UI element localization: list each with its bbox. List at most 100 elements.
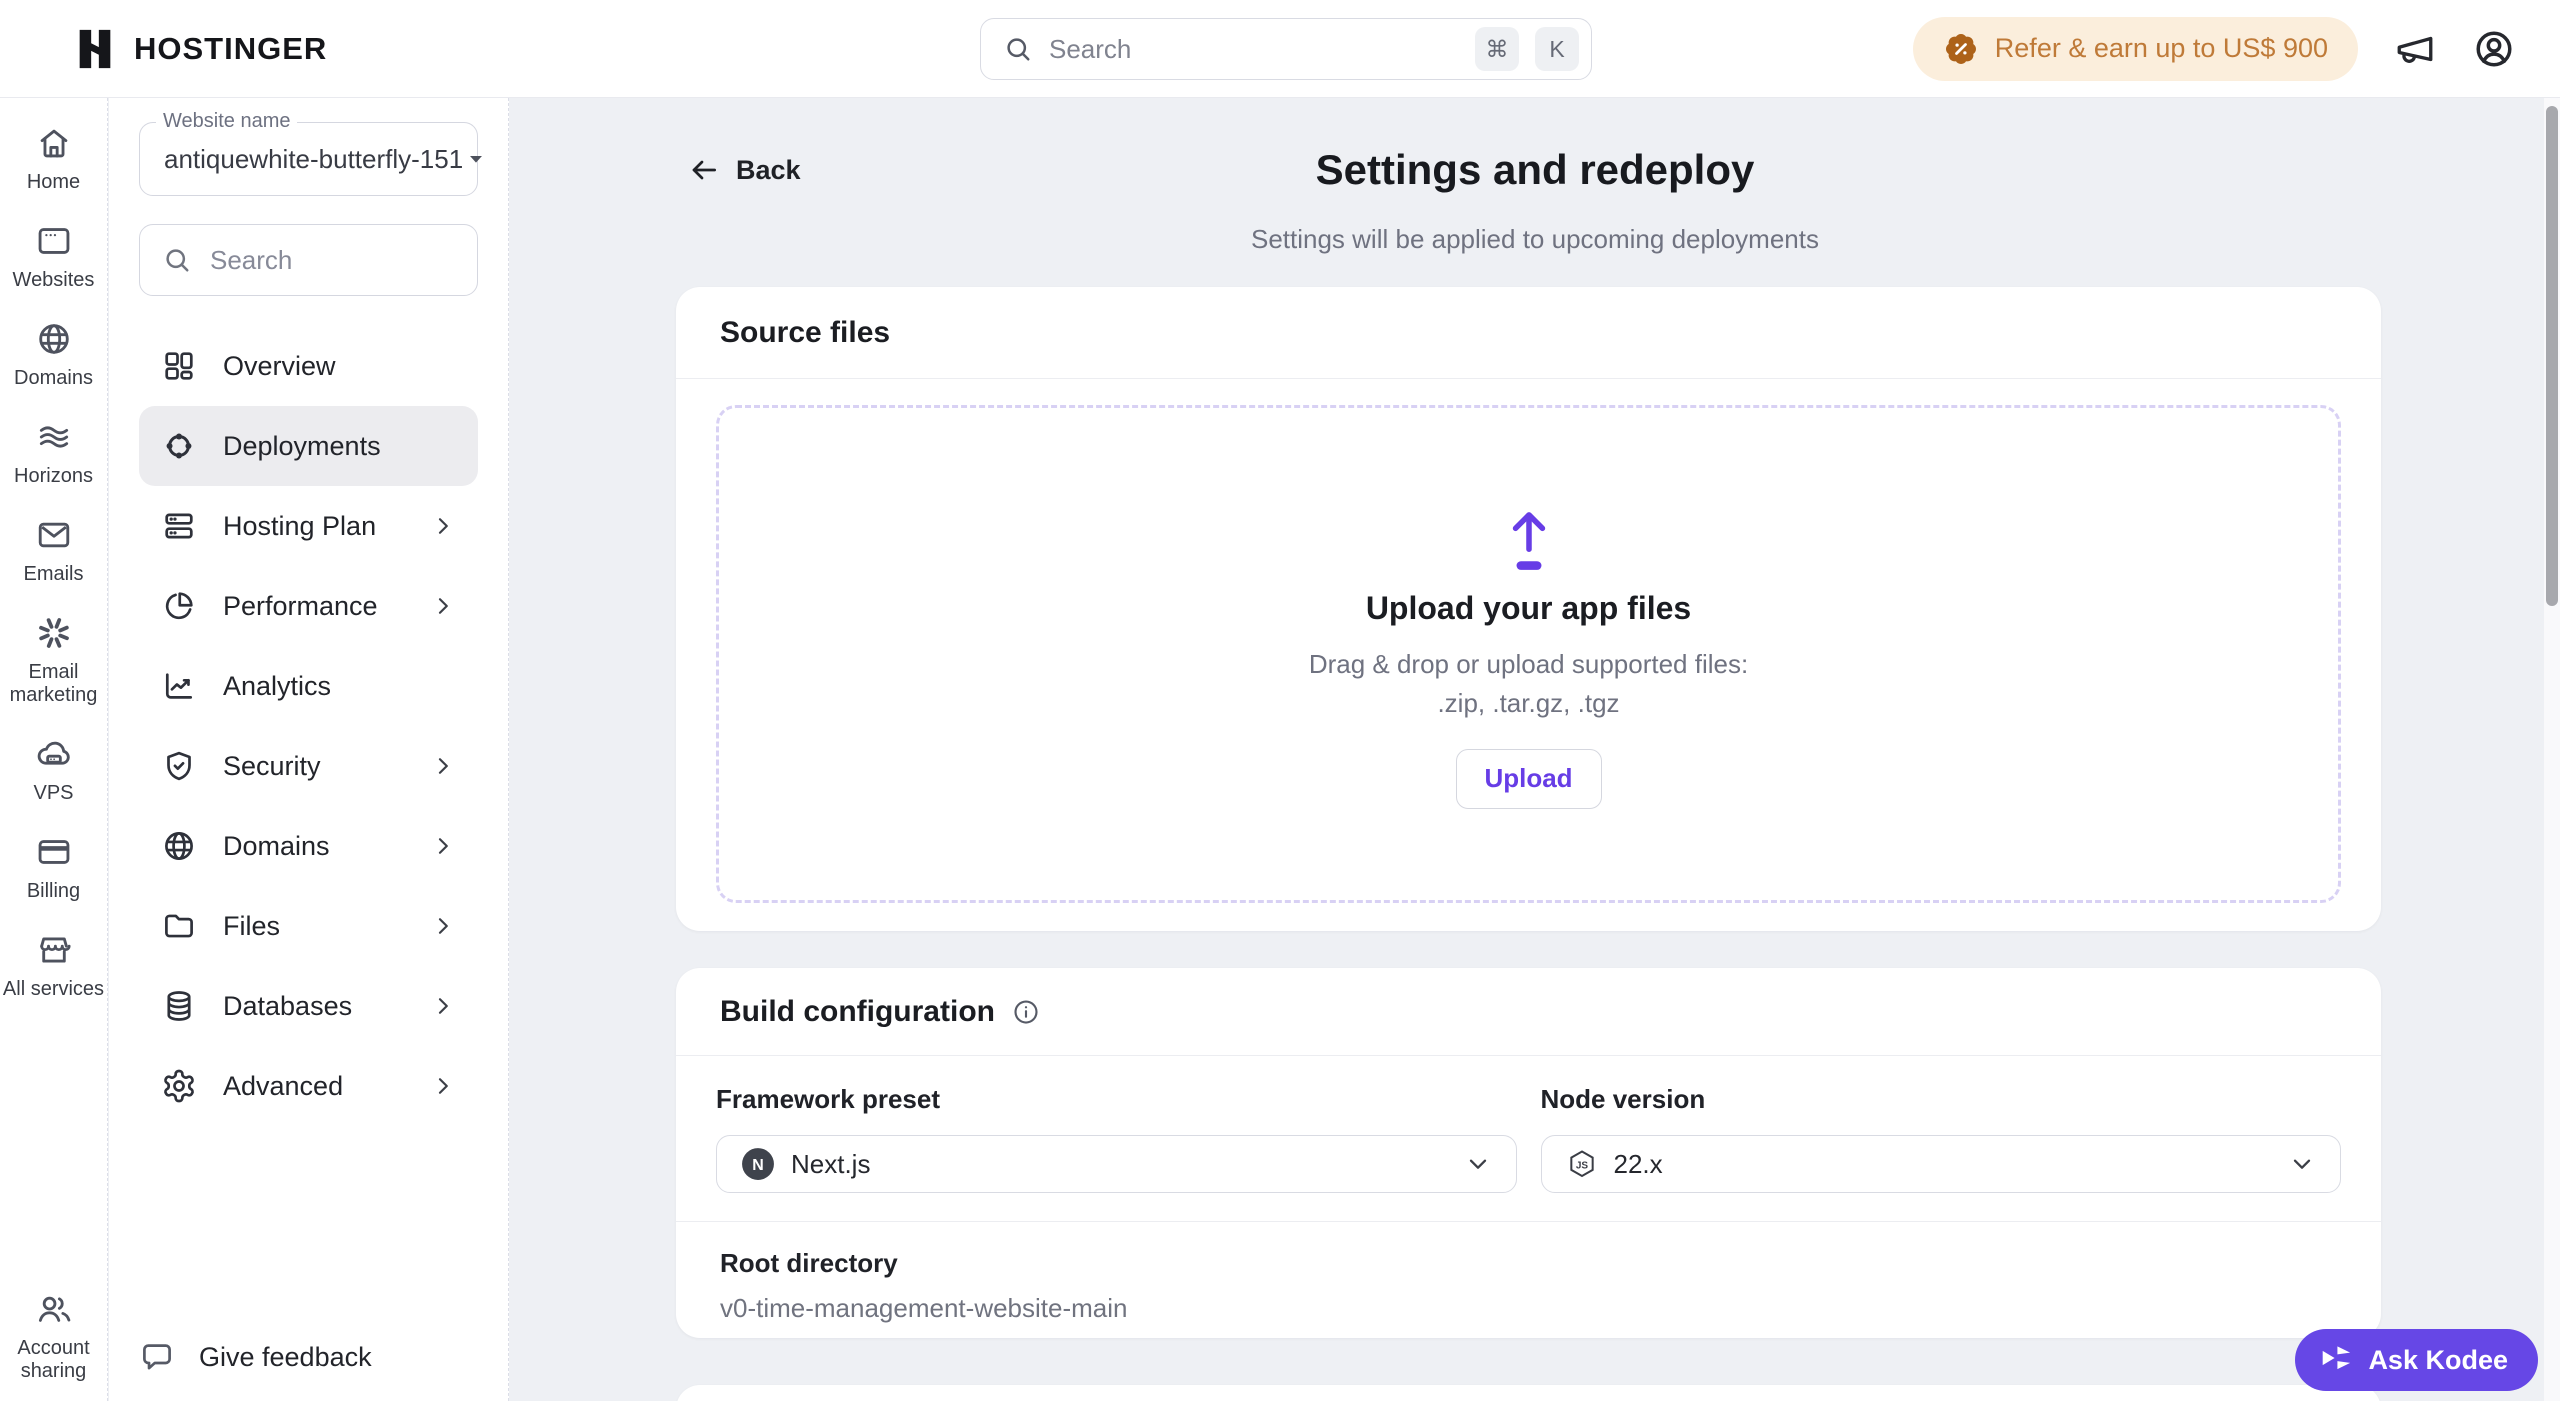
sidebar-item-domains[interactable]: Domains	[139, 806, 478, 886]
line-chart-icon	[161, 668, 197, 704]
globe-icon	[35, 320, 73, 358]
search-icon	[1003, 34, 1033, 64]
sidebar-search-input[interactable]	[210, 245, 545, 276]
rail-item-billing[interactable]: Billing	[2, 833, 106, 903]
brand-wordmark: HOSTINGER	[134, 31, 327, 67]
source-files-title: Source files	[720, 316, 890, 350]
gear-icon	[161, 1068, 197, 1104]
chevron-right-icon	[430, 1073, 456, 1099]
sidebar-item-overview[interactable]: Overview	[139, 326, 478, 406]
server-stack-icon	[161, 508, 197, 544]
refer-earn-label: Refer & earn up to US$ 900	[1995, 33, 2328, 64]
website-name-label: Website name	[156, 110, 297, 133]
chevron-right-icon	[430, 913, 456, 939]
arrow-left-icon	[688, 154, 720, 186]
chevron-right-icon	[430, 833, 456, 859]
page-title: Settings and redeploy	[510, 146, 2560, 194]
chevron-right-icon	[430, 513, 456, 539]
build-config-title: Build configuration	[720, 995, 995, 1029]
scrollbar-track[interactable]	[2544, 98, 2560, 1401]
grid-icon	[161, 348, 197, 384]
folder-icon	[161, 908, 197, 944]
ask-kodee-button[interactable]: Ask Kodee	[2295, 1329, 2538, 1391]
upload-hint: Drag & drop or upload supported files:	[1309, 649, 1748, 680]
node-version-select[interactable]: JS 22.x	[1541, 1135, 2342, 1193]
main-content: Back Settings and redeploy Settings will…	[510, 98, 2560, 1401]
rail-item-websites[interactable]: Websites	[2, 222, 106, 292]
node-version-label: Node version	[1541, 1084, 2342, 1115]
global-search[interactable]: ⌘ K	[980, 18, 1592, 80]
rail-item-home[interactable]: Home	[2, 124, 106, 194]
envelope-icon	[35, 516, 73, 554]
rail-item-account-sharing[interactable]: Account sharing	[2, 1290, 106, 1383]
sidebar-item-files[interactable]: Files	[139, 886, 478, 966]
account-menu-button[interactable]	[2472, 27, 2516, 71]
chevron-right-icon	[430, 753, 456, 779]
framework-preset-select[interactable]: N Next.js	[716, 1135, 1517, 1193]
rail-item-domains[interactable]: Domains	[2, 320, 106, 390]
hostinger-logo[interactable]: HOSTINGER	[72, 26, 327, 72]
users-icon	[35, 1290, 73, 1328]
cloud-server-icon	[35, 735, 73, 773]
user-circle-icon	[2472, 27, 2516, 71]
cmd-keycap: ⌘	[1475, 27, 1519, 71]
nodejs-icon: JS	[1566, 1148, 1598, 1180]
top-header: HOSTINGER ⌘ K Refer & earn up to US$ 900	[0, 0, 2560, 98]
upload-button[interactable]: Upload	[1456, 749, 1602, 809]
rail-item-horizons[interactable]: Horizons	[2, 418, 106, 488]
upload-arrow-icon	[1500, 500, 1558, 572]
badge-percent-icon	[1943, 31, 1979, 67]
sidebar-item-hosting-plan[interactable]: Hosting Plan	[139, 486, 478, 566]
give-feedback-button[interactable]: Give feedback	[139, 1339, 372, 1375]
svg-text:N: N	[752, 1157, 764, 1174]
sidebar-item-advanced[interactable]: Advanced	[139, 1046, 478, 1126]
globe-icon	[161, 828, 197, 864]
scrollbar-thumb[interactable]	[2546, 106, 2558, 606]
database-icon	[161, 988, 197, 1024]
announcements-button[interactable]	[2394, 28, 2436, 70]
sidebar-item-security[interactable]: Security	[139, 726, 478, 806]
next-card-partial	[676, 1385, 2381, 1401]
upload-heading: Upload your app files	[1366, 590, 1691, 627]
svg-text:JS: JS	[1575, 1160, 1588, 1171]
waves-icon	[35, 418, 73, 456]
sidebar-item-databases[interactable]: Databases	[139, 966, 478, 1046]
rail-item-email-marketing[interactable]: Email marketing	[2, 614, 106, 707]
burst-icon	[35, 614, 73, 652]
storefront-icon	[35, 931, 73, 969]
chevron-down-icon	[2288, 1150, 2316, 1178]
pie-chart-icon	[161, 588, 197, 624]
site-sidebar: Website name antiquewhite-butterfly-151 …	[109, 98, 509, 1401]
home-icon	[35, 124, 73, 162]
website-name-value: antiquewhite-butterfly-151	[164, 144, 463, 175]
primary-sidebar: Home Websites Domains Horizons Emails Em…	[0, 98, 108, 1401]
sidebar-item-analytics[interactable]: Analytics	[139, 646, 478, 726]
back-button[interactable]: Back	[688, 154, 801, 186]
upload-dropzone[interactable]: Upload your app files Drag & drop or upl…	[716, 405, 2341, 903]
sidebar-search[interactable]	[139, 224, 478, 296]
page-subtitle: Settings will be applied to upcoming dep…	[510, 224, 2560, 255]
kodee-icon	[2319, 1343, 2353, 1377]
rail-item-emails[interactable]: Emails	[2, 516, 106, 586]
site-nav-menu: Overview Deployments Hosting Plan Perfor…	[139, 326, 478, 1126]
global-search-input[interactable]	[1049, 34, 1459, 65]
deploy-nodes-icon	[161, 428, 197, 464]
nextjs-icon: N	[741, 1147, 775, 1181]
build-config-card: Build configuration Framework preset N N…	[676, 968, 2381, 1338]
search-icon	[162, 245, 192, 275]
rail-item-all-services[interactable]: All services	[2, 931, 106, 1001]
credit-card-icon	[35, 833, 73, 871]
website-name-select[interactable]: Website name antiquewhite-butterfly-151	[139, 122, 478, 196]
chevron-down-icon	[1464, 1150, 1492, 1178]
framework-preset-label: Framework preset	[716, 1084, 1517, 1115]
browser-icon	[35, 222, 73, 260]
sidebar-item-deployments[interactable]: Deployments	[139, 406, 478, 486]
shield-check-icon	[161, 748, 197, 784]
hostinger-h-icon	[72, 26, 118, 72]
rail-item-vps[interactable]: VPS	[2, 735, 106, 805]
info-icon[interactable]	[1011, 997, 1041, 1027]
node-version-value: 22.x	[1614, 1149, 1663, 1180]
speech-bubble-icon	[139, 1339, 175, 1375]
sidebar-item-performance[interactable]: Performance	[139, 566, 478, 646]
refer-earn-button[interactable]: Refer & earn up to US$ 900	[1913, 17, 2358, 81]
